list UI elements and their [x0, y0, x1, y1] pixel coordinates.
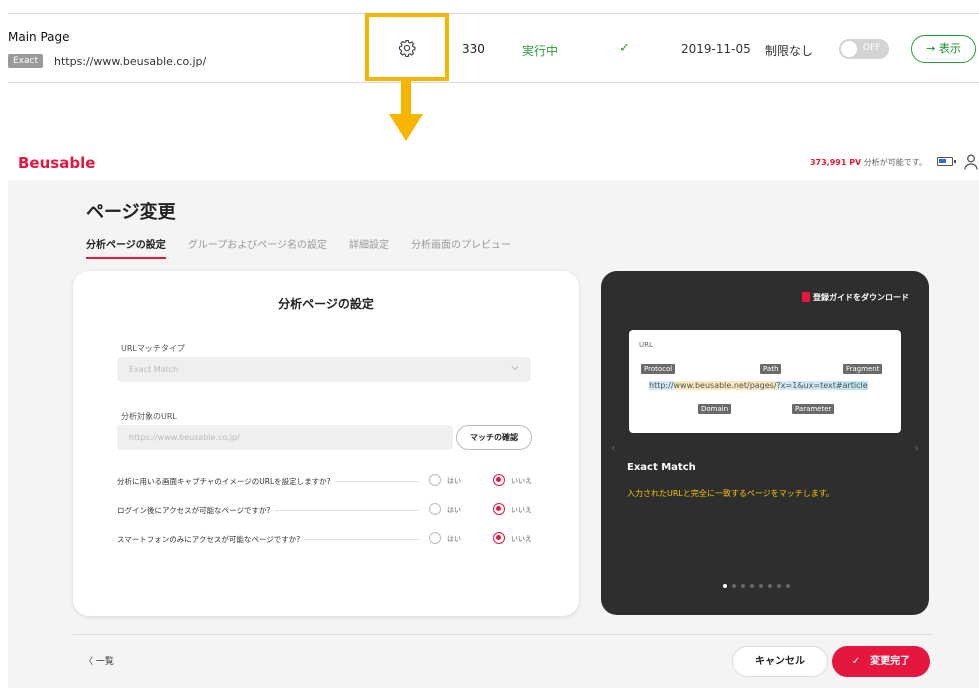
row-date: 2019-11-05 [681, 42, 751, 56]
card-title: 分析ページの設定 [278, 297, 374, 311]
footer-divider [73, 634, 933, 635]
radio-yes-label: はい [447, 477, 461, 485]
guide-description: 入力されたURLと完全に一致するページをマッチします。 [627, 489, 834, 498]
question-text: ログイン後にアクセスが可能なページですか? [117, 505, 275, 516]
url-match-type-value: Exact Match [129, 365, 179, 374]
battery-icon [937, 157, 956, 166]
download-guide-link[interactable]: 登録ガイドをダウンロード [802, 292, 909, 303]
question-text: スマートフォンのみにアクセスが可能なページですか? [117, 534, 305, 545]
tag-domain: Domain [698, 404, 732, 414]
radio-yes[interactable] [429, 503, 441, 515]
radio-no[interactable] [493, 532, 505, 544]
match-check-button[interactable]: マッチの確認 [456, 425, 532, 450]
radio-yes[interactable] [429, 474, 441, 486]
guide-panel: 登録ガイドをダウンロード URL Protocol Path Fragment … [601, 271, 929, 615]
url-fragment: #article [835, 381, 868, 390]
slide-dot-7[interactable] [777, 584, 781, 588]
radio-no[interactable] [493, 503, 505, 515]
tab-detail-settings[interactable]: 詳細設定 [349, 236, 389, 259]
toggle-knob [841, 41, 857, 57]
radio-yes[interactable] [429, 532, 441, 544]
tag-protocol: Protocol [641, 364, 676, 374]
question-login-required: ログイン後にアクセスが可能なページですか? はい いいえ [117, 503, 537, 517]
next-slide-button[interactable]: › [914, 441, 919, 455]
url-match-type-label: URLマッチタイプ [121, 344, 185, 353]
target-url-value: https://www.beusable.co.jp/ [129, 433, 240, 442]
slide-dot-3[interactable] [741, 584, 745, 588]
prev-slide-button[interactable]: ‹ [611, 441, 616, 455]
question-smartphone-only: スマートフォンのみにアクセスが可能なページですか? はい いいえ [117, 532, 537, 546]
slide-dot-8[interactable] [786, 584, 790, 588]
sample-url: http://www.beusable.net/pages/?x=1&ux=te… [649, 380, 882, 392]
down-arrow-icon [389, 114, 423, 141]
radio-no-label: いいえ [511, 535, 532, 543]
page-url: https://www.beusable.co.jp/ [54, 55, 207, 68]
slide-dot-6[interactable] [768, 584, 772, 588]
page-name: Main Page [8, 30, 70, 44]
pv-count: 373,991 PV [809, 158, 862, 167]
status-text: 実行中 [522, 44, 559, 58]
save-changes-button[interactable]: ✓ 変更完了 [832, 646, 930, 677]
tab-preview[interactable]: 分析画面のプレビュー [411, 236, 511, 259]
page-title: ページ変更 [86, 202, 176, 223]
slide-dot-2[interactable] [732, 584, 736, 588]
radio-yes-label: はい [447, 506, 461, 514]
slide-dots [723, 584, 790, 588]
logo[interactable]: Beusable [18, 154, 95, 172]
target-url-label: 分析対象のURL [121, 412, 177, 421]
url-parameter: ?x=1&ux=text [776, 381, 836, 390]
slide-dot-5[interactable] [759, 584, 763, 588]
tab-group-page-name[interactable]: グループおよびページ名の設定 [188, 236, 327, 259]
view-button[interactable]: → 表示 [911, 35, 976, 63]
download-guide-label: 登録ガイドをダウンロード [813, 293, 909, 302]
chevron-down-icon [511, 366, 519, 371]
top-bar: Beusable 373,991 PV 分析が可能です。 [8, 146, 979, 180]
tab-analysis-page-settings[interactable]: 分析ページの設定 [86, 236, 166, 259]
cancel-button[interactable]: キャンセル [732, 646, 828, 677]
url-structure-diagram: URL Protocol Path Fragment http://www.be… [629, 330, 901, 433]
url-protocol: http:// [649, 381, 674, 390]
tab-bar: 分析ページの設定 グループおよびページ名の設定 詳細設定 分析画面のプレビュー [86, 236, 511, 259]
highlight-box [365, 13, 449, 81]
url-match-type-select[interactable]: Exact Match [117, 357, 531, 382]
row-limit: 制限なし [765, 44, 814, 58]
tag-parameter: Parameter [792, 404, 835, 414]
radio-no-label: いいえ [511, 506, 532, 514]
guide-heading: Exact Match [627, 462, 696, 473]
pv-suffix: 分析が可能です。 [863, 158, 927, 167]
user-icon[interactable] [964, 154, 978, 170]
down-arrow-shaft [401, 81, 411, 115]
tag-fragment: Fragment [843, 364, 883, 374]
page-list-row: Main Page Exact https://www.beusable.co.… [8, 13, 979, 83]
question-capture-image: 分析に用いる画面キャプチャのイメージのURLを設定しますか? はい いいえ [117, 474, 537, 488]
row-count: 330 [462, 42, 485, 56]
pdf-icon [802, 292, 810, 302]
slide-dot-4[interactable] [750, 584, 754, 588]
question-text: 分析に用いる画面キャプチャのイメージのURLを設定しますか? [117, 476, 335, 487]
radio-no[interactable] [493, 474, 505, 486]
tag-path: Path [760, 364, 782, 374]
match-type-badge: Exact [8, 54, 44, 68]
pv-info: 373,991 PV 分析が可能です。 [810, 157, 927, 168]
back-to-list-link[interactable]: 〈 一覧 [84, 654, 114, 667]
slide-dot-1[interactable] [723, 584, 727, 588]
check-icon: ✓ [619, 41, 630, 56]
toggle-label: OFF [863, 43, 881, 53]
settings-card: 分析ページの設定 URLマッチタイプ Exact Match 分析対象のURL … [73, 271, 579, 616]
off-toggle[interactable]: OFF [839, 39, 889, 59]
target-url-input[interactable]: https://www.beusable.co.jp/ [117, 425, 453, 450]
url-path: /pages/ [747, 381, 777, 390]
radio-yes-label: はい [447, 535, 461, 543]
url-domain: www.beusable.net [673, 381, 747, 390]
radio-no-label: いいえ [511, 477, 532, 485]
app-window: Beusable 373,991 PV 分析が可能です。 ページ変更 分析ページ… [8, 146, 979, 688]
url-title: URL [639, 341, 653, 349]
